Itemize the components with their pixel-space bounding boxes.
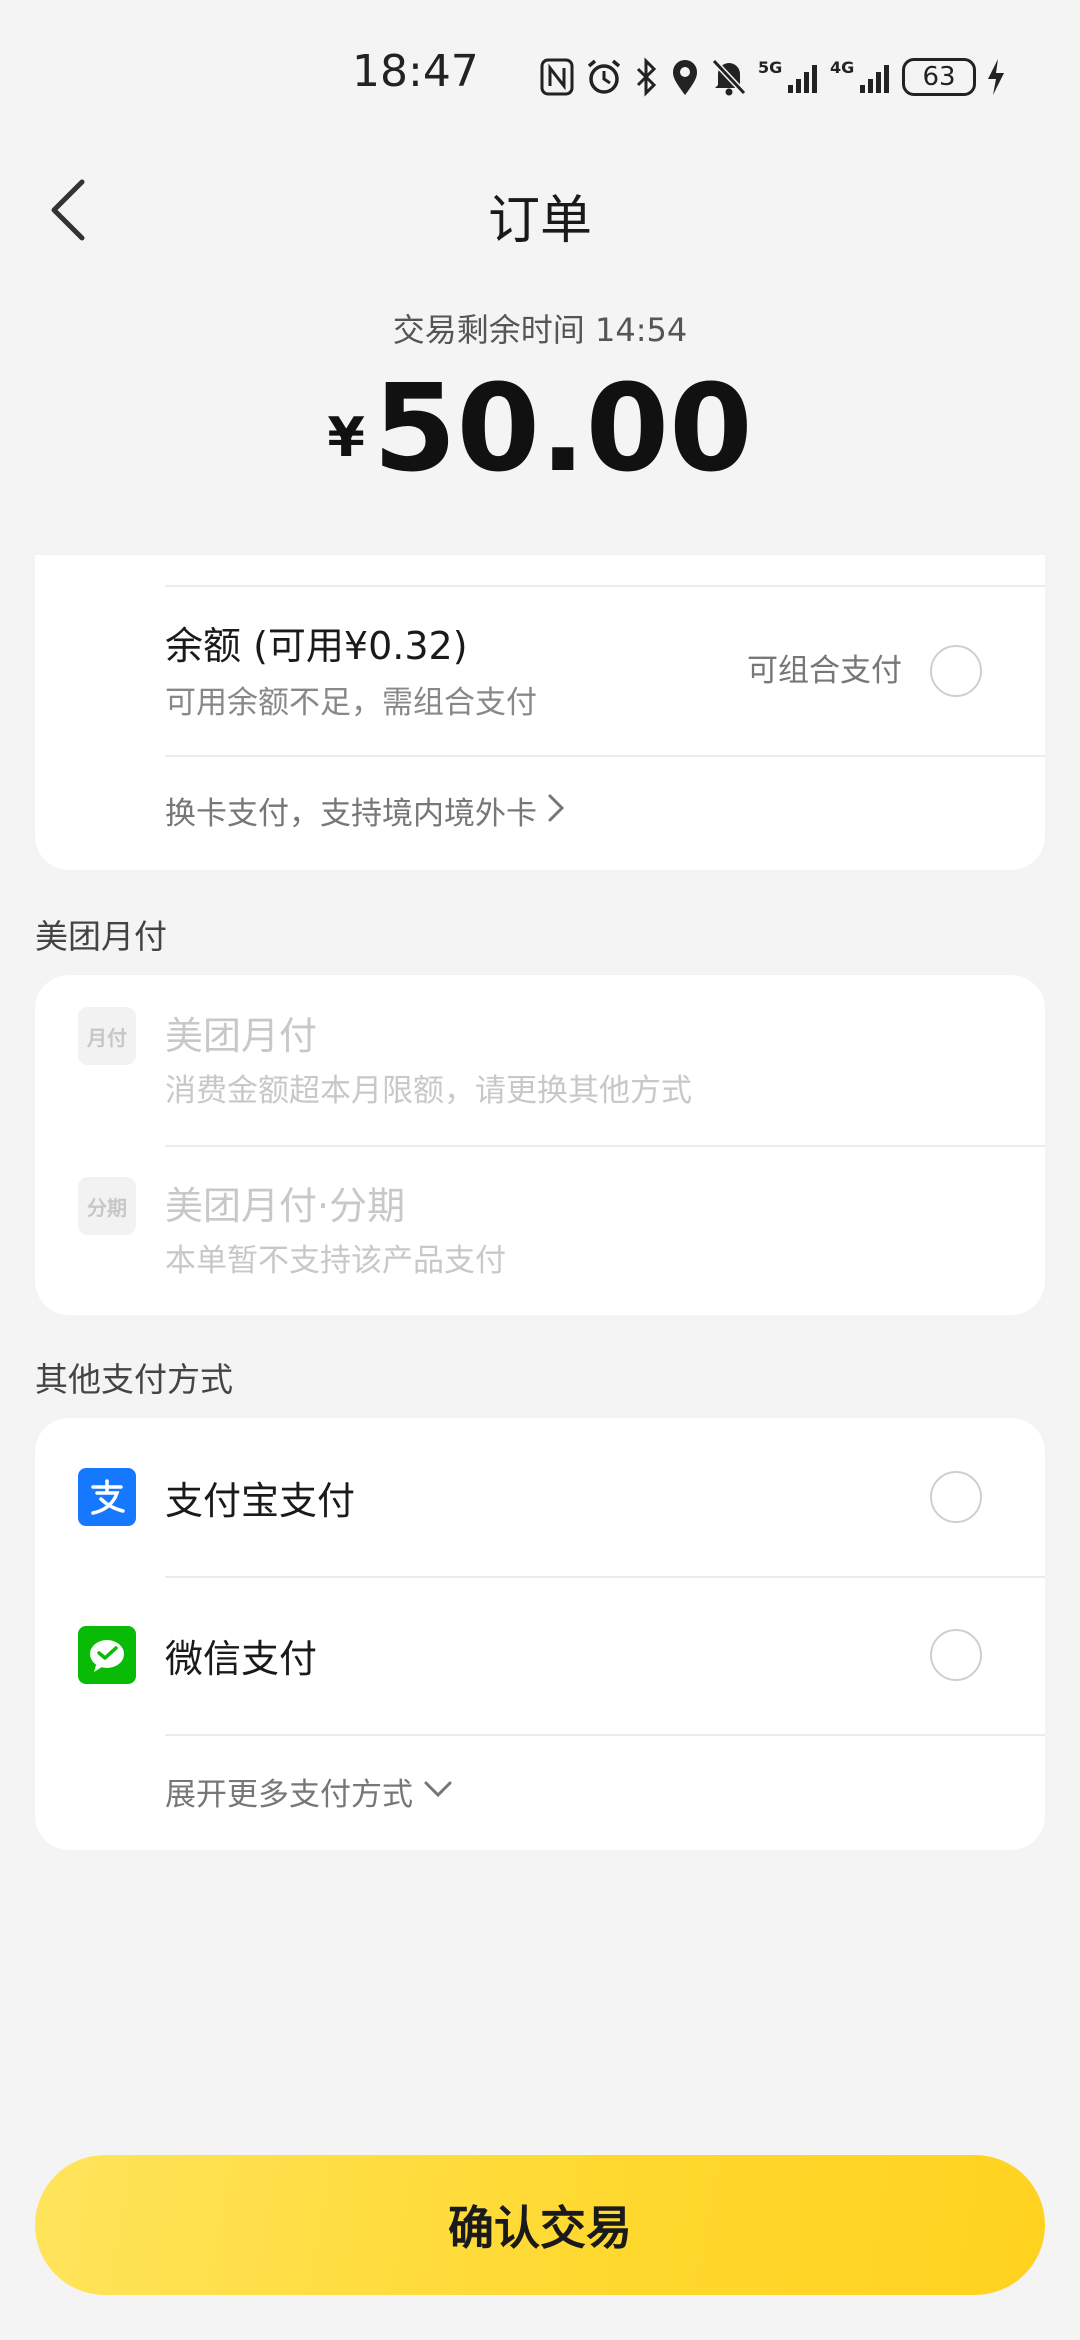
balance-option[interactable]: 余额 (可用¥0.32) 可用余额不足，需组合支付 可组合支付 (35, 615, 1045, 735)
meituan-installment-subtitle: 本单暂不支持该产品支付 (165, 1243, 506, 1279)
balance-title: 余额 (可用¥0.32) (165, 624, 468, 668)
divider (165, 1734, 1045, 1736)
other-pay-card: 支付宝支付 微信支付 展开更多支付方式 (35, 1418, 1045, 1850)
payment-page: 18:47 5G 4G 63 订单 交易剩余时间 14:54 ¥50.00 余额… (0, 0, 1080, 2340)
meituan-monthly-title: 美团月付 (165, 1014, 318, 1058)
alipay-icon (78, 1468, 136, 1526)
section-title-other: 其他支付方式 (35, 1360, 233, 1399)
meituan-monthly-option: 月付 美团月付 消费金额超本月限额，请更换其他方式 (35, 975, 1045, 1145)
installment-badge-icon: 分期 (78, 1177, 136, 1235)
chevron-right-icon (547, 793, 565, 827)
battery-icon: 63 (902, 58, 976, 96)
mute-icon (710, 57, 748, 97)
section-title-meituan: 美团月付 (35, 917, 167, 956)
meituan-installment-title: 美团月付·分期 (165, 1184, 406, 1228)
balance-radio[interactable] (930, 645, 982, 697)
page-title: 订单 (487, 191, 592, 251)
divider (165, 585, 1045, 587)
payment-amount: ¥50.00 (0, 360, 1080, 499)
meituan-installment-option: 分期 美团月付·分期 本单暂不支持该产品支付 (35, 1145, 1045, 1315)
amount-value: 50.00 (373, 360, 753, 499)
balance-subtitle: 可用余额不足，需组合支付 (165, 685, 537, 721)
alipay-radio[interactable] (930, 1471, 982, 1523)
divider (165, 755, 1045, 757)
change-card-text: 换卡支付，支持境内境外卡 (165, 795, 537, 832)
wechat-pay-radio[interactable] (930, 1629, 982, 1681)
status-time: 18:47 (352, 46, 479, 97)
change-card-link[interactable]: 换卡支付，支持境内境外卡 (165, 785, 565, 835)
meituan-monthly-subtitle: 消费金额超本月限额，请更换其他方式 (165, 1073, 692, 1109)
status-icons: 5G 4G 63 (540, 52, 1006, 102)
combine-pay-label: 可组合支付 (747, 653, 902, 689)
bluetooth-icon (634, 57, 660, 97)
alarm-icon (584, 57, 624, 97)
expand-more-methods[interactable]: 展开更多支付方式 (165, 1766, 453, 1816)
svg-text:5G: 5G (758, 58, 782, 77)
confirm-transaction-button[interactable]: 确认交易 (35, 2155, 1045, 2295)
alipay-label: 支付宝支付 (165, 1479, 356, 1523)
charging-icon (986, 57, 1006, 97)
monthly-pay-badge-icon: 月付 (78, 1007, 136, 1065)
meituan-pay-card: 月付 美团月付 消费金额超本月限额，请更换其他方式 分期 美团月付·分期 本单暂… (35, 975, 1045, 1315)
wechat-pay-option[interactable]: 微信支付 (35, 1576, 1045, 1734)
transaction-timer: 交易剩余时间 14:54 (392, 311, 688, 349)
chevron-down-icon (423, 1779, 453, 1803)
wechat-pay-icon (78, 1626, 136, 1684)
nfc-icon (540, 58, 574, 96)
currency-symbol: ¥ (327, 406, 365, 469)
5g-signal-icon: 5G (758, 57, 820, 97)
wechat-pay-label: 微信支付 (165, 1637, 318, 1681)
nav-header: 订单 (0, 150, 1080, 280)
svg-text:4G: 4G (830, 58, 854, 77)
4g-signal-icon: 4G (830, 57, 892, 97)
status-bar: 18:47 5G 4G 63 (0, 0, 1080, 150)
balance-card: 余额 (可用¥0.32) 可用余额不足，需组合支付 可组合支付 换卡支付，支持境… (35, 555, 1045, 870)
location-icon (670, 57, 700, 97)
expand-more-text: 展开更多支付方式 (165, 1776, 413, 1813)
alipay-option[interactable]: 支付宝支付 (35, 1418, 1045, 1576)
